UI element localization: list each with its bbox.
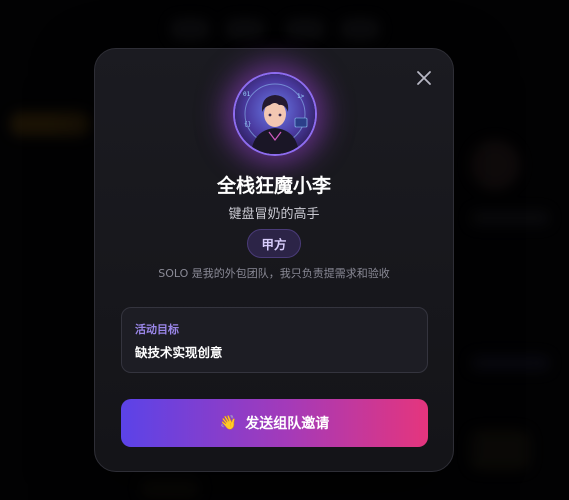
activity-goal-card: 活动目标 缺技术实现创意	[121, 307, 428, 373]
goal-value: 缺技术实现创意	[135, 345, 223, 360]
svg-text:01: 01	[243, 91, 251, 98]
svg-text:{}: {}	[244, 121, 251, 128]
avatar-glow: 01 1> {}	[233, 72, 317, 156]
goal-label: 活动目标	[135, 323, 179, 336]
svg-text:1>: 1>	[297, 93, 305, 100]
waving-hand-icon: 👋	[219, 415, 238, 431]
avatar: 01 1> {}	[233, 72, 317, 156]
close-icon	[417, 71, 431, 85]
close-button[interactable]	[415, 69, 433, 87]
profile-description: SOLO 是我的外包团队，我只负责提需求和验收	[158, 267, 390, 280]
profile-modal: 01 1> {} 全栈狂魔小李 键盘冒奶的高手 甲方 SOLO 是我的外包团队，…	[94, 48, 454, 472]
avatar-illustration: 01 1> {}	[235, 74, 315, 154]
send-invite-label: 发送组队邀请	[245, 416, 330, 432]
profile-subtitle: 键盘冒奶的高手	[228, 207, 320, 222]
send-invite-button[interactable]: 👋 发送组队邀请	[121, 399, 428, 447]
profile-name: 全栈狂魔小李	[216, 175, 331, 197]
role-badge: 甲方	[247, 229, 301, 258]
